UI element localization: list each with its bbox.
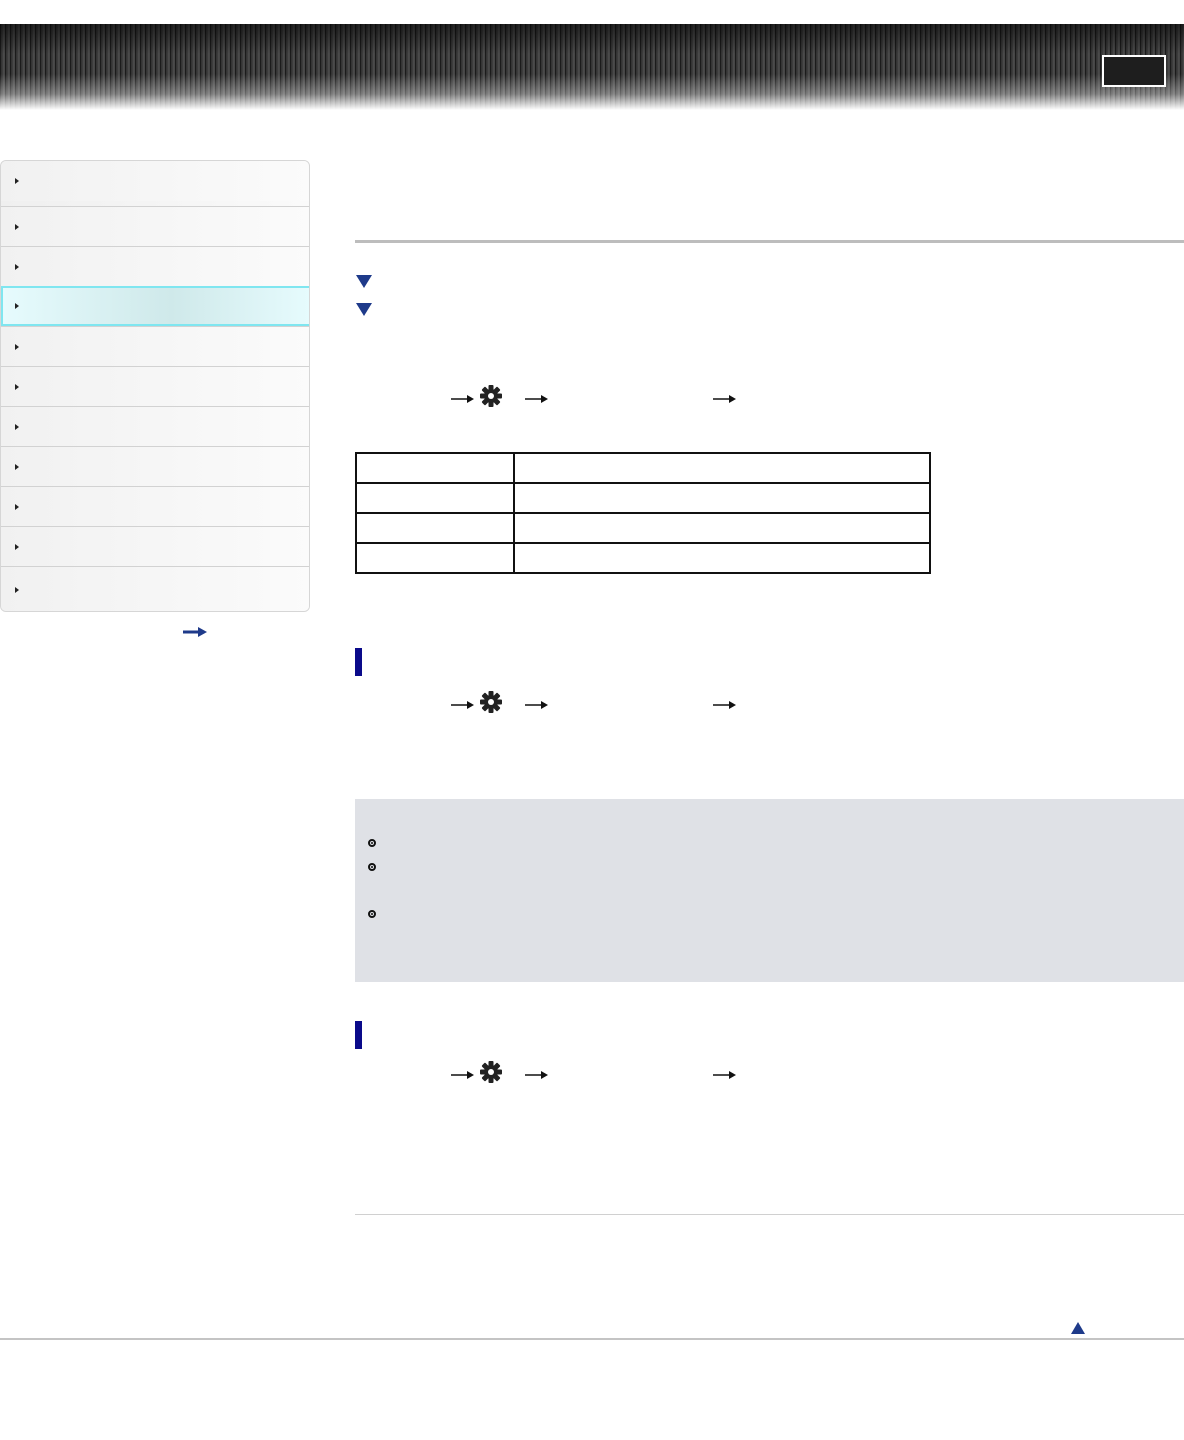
bullet-icon [368,910,376,918]
arrow-right-icon[interactable] [182,625,208,639]
settings-table [355,452,931,574]
arrow-right-icon [713,701,736,709]
table-cell [513,482,931,514]
gear-icon [480,691,502,713]
triangle-down-icon[interactable] [356,303,372,316]
section-heading-bar [355,648,362,676]
chevron-right-icon [15,344,19,350]
sidebar-item-8[interactable] [1,446,309,486]
chevron-right-icon [15,587,19,593]
sidebar-item-4-active[interactable] [1,286,309,326]
table-row [355,542,931,574]
chevron-right-icon [15,264,19,270]
sidebar-item-11[interactable] [1,566,309,611]
section-heading-bar [355,1021,362,1049]
bullet-icon [368,839,376,847]
table-row [355,482,931,514]
chevron-right-icon [15,544,19,550]
table-cell [513,452,931,484]
title-divider [355,240,1184,243]
sidebar-item-2[interactable] [1,206,309,246]
menu-path [355,690,855,714]
table-cell [513,542,931,574]
chevron-right-icon [15,424,19,430]
chevron-right-icon [15,303,19,309]
sidebar-item-7[interactable] [1,406,309,446]
sidebar-item-1[interactable] [1,161,309,201]
table-row [355,512,931,544]
note-box [355,799,1184,982]
chevron-right-icon [15,464,19,470]
chevron-right-icon [15,178,19,184]
menu-path [355,1060,855,1084]
table-cell [355,452,515,484]
bullet-icon [368,863,376,871]
menu-path [355,384,855,408]
footer-divider [0,1338,1184,1340]
table-cell [355,512,515,544]
table-cell [513,512,931,544]
content-divider [355,1214,1184,1215]
chevron-right-icon [15,504,19,510]
sidebar-item-10[interactable] [1,526,309,566]
header-shade [0,24,1184,54]
arrow-right-icon [451,395,474,403]
table-cell [355,542,515,574]
sidebar-item-5[interactable] [1,326,309,366]
sidebar-item-6[interactable] [1,366,309,406]
sidebar-nav [0,160,310,612]
sidebar-item-3[interactable] [1,246,309,286]
arrow-right-icon [451,701,474,709]
triangle-down-icon[interactable] [356,275,372,288]
gear-icon [480,1061,502,1083]
arrow-right-icon [451,1071,474,1079]
arrow-right-icon [713,395,736,403]
table-cell [355,482,515,514]
header-button[interactable] [1102,55,1166,87]
chevron-right-icon [15,224,19,230]
table-row [355,452,931,484]
arrow-right-icon [525,395,548,403]
arrow-right-icon [525,701,548,709]
chevron-right-icon [15,384,19,390]
triangle-up-icon[interactable] [1071,1322,1085,1334]
arrow-right-icon [713,1071,736,1079]
arrow-right-icon [525,1071,548,1079]
sidebar-item-9[interactable] [1,486,309,526]
gear-icon [480,385,502,407]
